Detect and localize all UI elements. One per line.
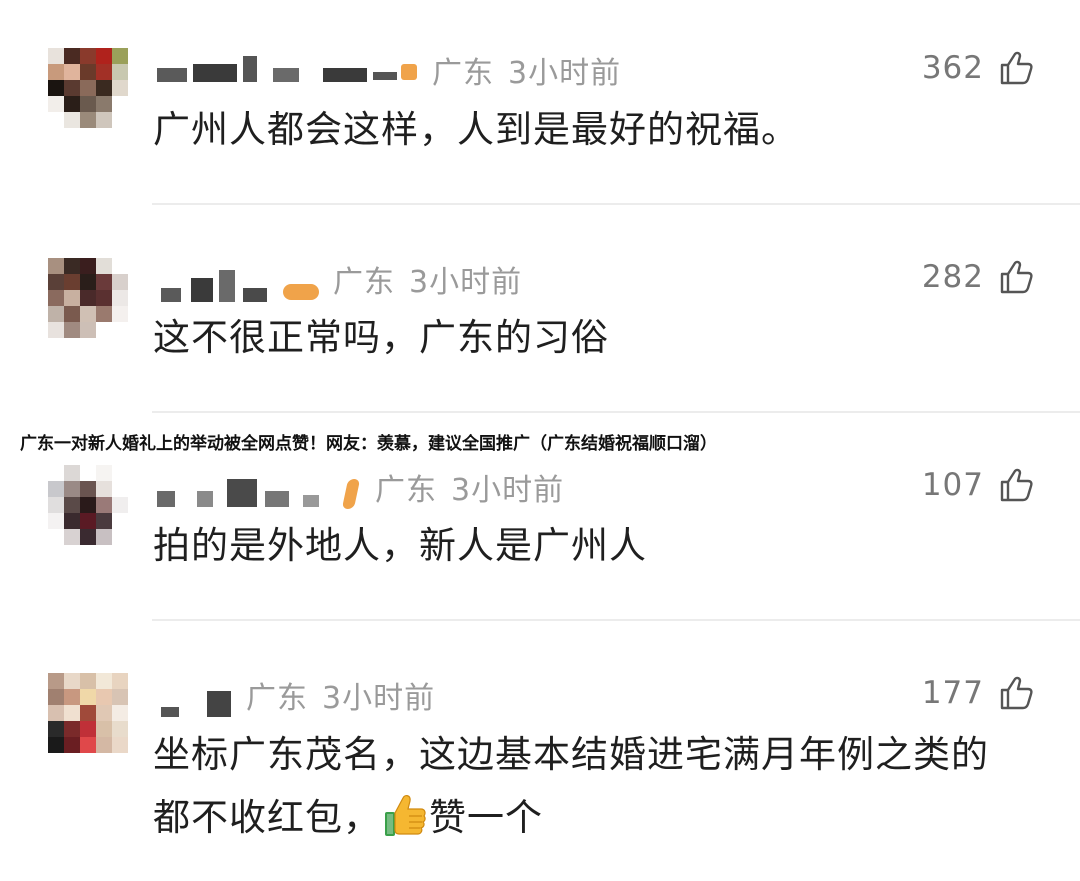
like-count: 177 — [921, 675, 984, 711]
like-count: 282 — [921, 259, 984, 295]
comment-text: 这不很正常吗，广东的习俗 — [153, 316, 609, 359]
timestamp: 3小时前 — [409, 265, 523, 300]
thumbs-up-icon — [1000, 676, 1033, 710]
location-label: 广东 — [246, 681, 308, 716]
comment-meta: 广东 3小时前 — [432, 48, 621, 92]
timestamp: 3小时前 — [508, 56, 622, 91]
comment-text-part: 赞一个 — [429, 796, 543, 839]
comment-meta: 广东 3小时前 — [375, 465, 564, 509]
timestamp: 3小时前 — [322, 681, 436, 716]
thumbs-up-icon — [1000, 260, 1033, 294]
like-count: 107 — [921, 467, 984, 503]
thumbs-up-icon — [1000, 51, 1033, 85]
like-button[interactable]: 362 — [922, 50, 1034, 86]
like-button[interactable]: 107 — [922, 467, 1034, 503]
comment-text-part: 都不收红包， — [153, 796, 381, 839]
thumbs-up-emoji-icon — [385, 795, 426, 836]
timestamp: 3小时前 — [451, 473, 565, 508]
comment-text: 拍的是外地人，新人是广州人 — [153, 524, 647, 567]
comment-text: 广州人都会这样，人到是最好的祝福。 — [153, 108, 799, 151]
comment-meta: 广东 3小时前 — [333, 257, 522, 301]
avatar[interactable] — [48, 48, 128, 128]
thumbs-up-icon — [1000, 468, 1033, 502]
avatar[interactable] — [48, 258, 128, 338]
like-button[interactable]: 282 — [922, 259, 1034, 295]
location-label: 广东 — [375, 473, 437, 508]
comment-text-line-2: 都不收红包， 赞一个 — [153, 786, 543, 850]
location-label: 广东 — [333, 265, 395, 300]
comment-meta: 广东 3小时前 — [246, 673, 435, 717]
divider — [152, 203, 1080, 205]
comment-text-line-1: 坐标广东茂名，这边基本结婚进宅满月年例之类的 — [153, 733, 989, 776]
location-label: 广东 — [432, 56, 494, 91]
divider — [152, 411, 1080, 413]
avatar[interactable] — [48, 673, 128, 753]
divider — [152, 619, 1080, 621]
article-title-banner: 广东一对新人婚礼上的举动被全网点赞！网友：羡慕，建议全国推广（广东结婚祝福顺口溜… — [20, 434, 717, 454]
like-count: 362 — [921, 50, 984, 86]
like-button[interactable]: 177 — [922, 675, 1034, 711]
avatar[interactable] — [48, 465, 128, 545]
